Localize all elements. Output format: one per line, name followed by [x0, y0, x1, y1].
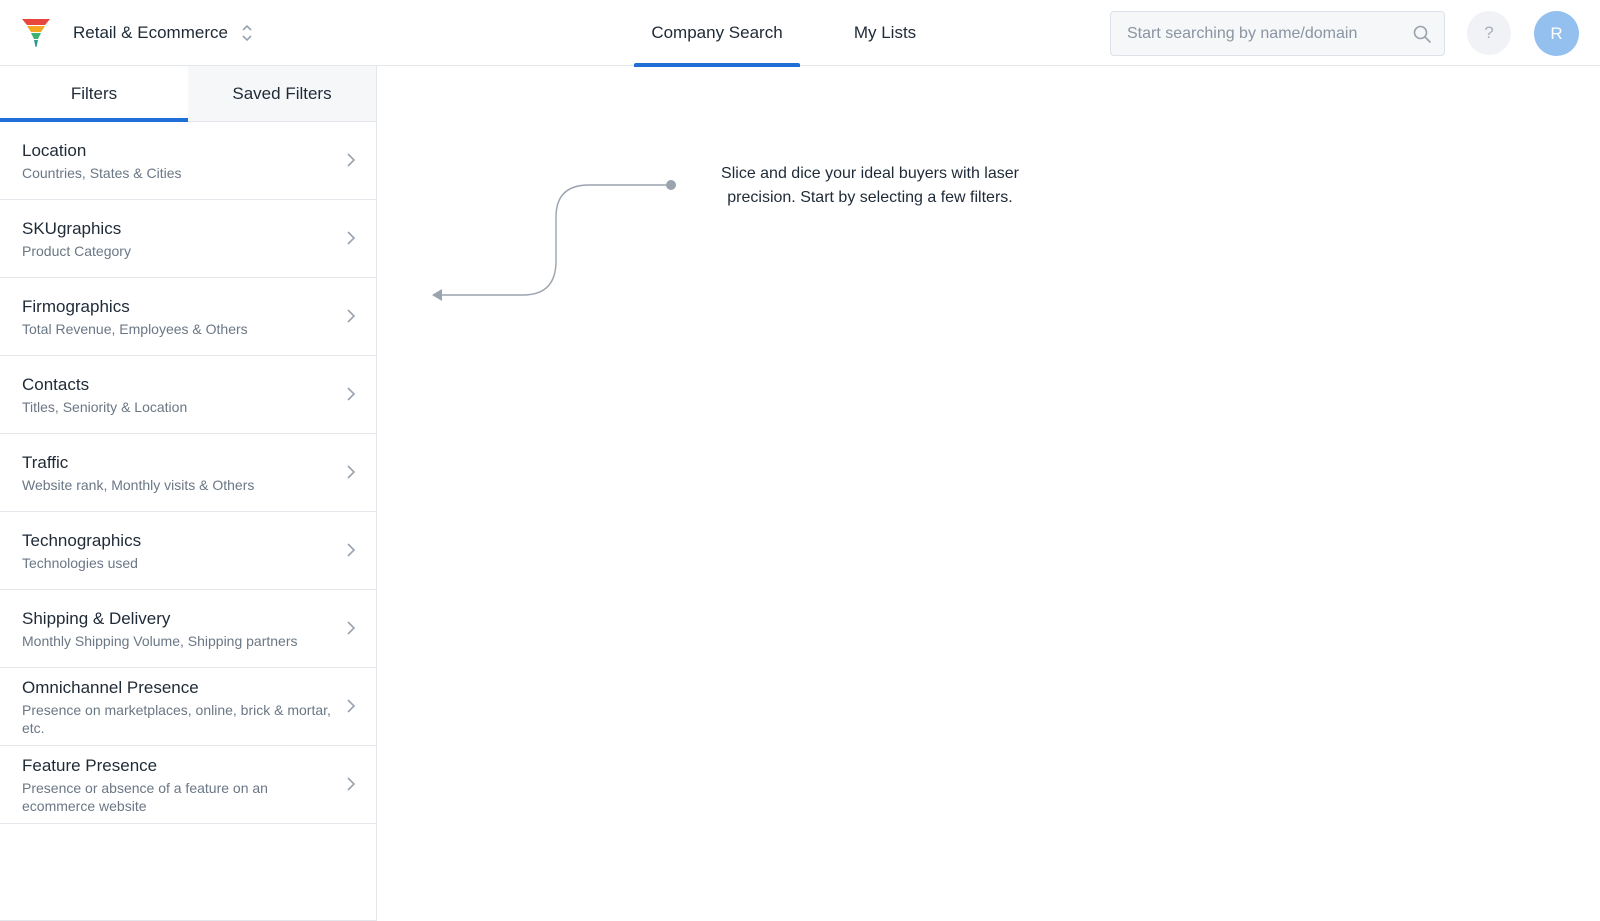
filter-title: Firmographics — [22, 296, 130, 316]
chevron-right-icon — [347, 777, 356, 791]
filter-traffic[interactable]: Traffic Website rank, Monthly visits & O… — [0, 434, 376, 512]
filter-title: Location — [22, 140, 87, 160]
help-button[interactable]: ? — [1467, 11, 1511, 55]
filter-subtitle: Titles, Seniority & Location — [22, 398, 188, 415]
funnel-logo-icon[interactable] — [20, 16, 52, 48]
chevron-right-icon — [347, 153, 356, 167]
search-icon[interactable] — [1412, 24, 1432, 44]
filter-subtitle: Website rank, Monthly visits & Others — [22, 476, 255, 493]
tab-filters[interactable]: Filters — [0, 66, 188, 122]
filter-subtitle: Countries, States & Cities — [22, 164, 182, 181]
filter-skugraphics[interactable]: SKUgraphics Product Category — [0, 200, 376, 278]
chevron-up-down-icon — [242, 24, 252, 42]
workspace-switcher[interactable]: Retail & Ecommerce — [73, 0, 254, 66]
filter-feature-presence[interactable]: Feature Presence Presence or absence of … — [0, 746, 376, 824]
filter-subtitle: Technologies used — [22, 554, 138, 571]
filter-technographics[interactable]: Technographics Technologies used — [0, 512, 376, 590]
filter-title: Technographics — [22, 530, 142, 550]
hint-arrow-icon — [432, 180, 676, 301]
chevron-right-icon — [347, 231, 356, 245]
tab-my-lists-label: My Lists — [853, 23, 917, 42]
chevron-right-icon — [347, 543, 356, 557]
filter-subtitle: Monthly Shipping Volume, Shipping partne… — [22, 632, 298, 649]
filter-title: Traffic — [22, 452, 69, 472]
workspace-label: Retail & Ecommerce — [73, 23, 228, 42]
filter-location[interactable]: Location Countries, States & Cities — [0, 122, 376, 200]
filters-sidebar: Filters Saved Filters Location Countries… — [0, 66, 377, 921]
empty-state-hint: Slice and dice your ideal buyers with la… — [721, 165, 1019, 206]
tab-my-lists[interactable]: My Lists — [830, 0, 940, 66]
tab-company-search-label: Company Search — [651, 23, 783, 42]
chevron-right-icon — [347, 387, 356, 401]
user-avatar[interactable]: R — [1534, 11, 1579, 56]
filter-contacts[interactable]: Contacts Titles, Seniority & Location — [0, 356, 376, 434]
company-search-input[interactable] — [1111, 12, 1444, 55]
filter-shipping-delivery[interactable]: Shipping & Delivery Monthly Shipping Vol… — [0, 590, 376, 668]
filter-omnichannel-presence[interactable]: Omnichannel Presence Presence on marketp… — [0, 668, 376, 746]
filter-title: Contacts — [22, 374, 90, 394]
tab-saved-filters-label: Saved Filters — [232, 83, 332, 103]
filter-subtitle: Presence on marketplaces, online, brick … — [22, 701, 331, 736]
tab-company-search[interactable]: Company Search — [634, 0, 800, 67]
chevron-right-icon — [347, 621, 356, 635]
filter-subtitle: Total Revenue, Employees & Others — [22, 320, 248, 337]
filter-title: Feature Presence — [22, 755, 158, 775]
company-search-box — [1110, 11, 1445, 56]
filter-subtitle: Product Category — [22, 242, 131, 259]
avatar-initial: R — [1550, 23, 1563, 43]
filter-subtitle: Presence or absence of a feature on an e… — [22, 779, 268, 814]
filter-firmographics[interactable]: Firmographics Total Revenue, Employees &… — [0, 278, 376, 356]
top-bar: Retail & Ecommerce Company Search My Lis… — [0, 0, 1600, 67]
tab-filters-label: Filters — [70, 83, 118, 103]
help-icon: ? — [1484, 23, 1494, 42]
chevron-right-icon — [347, 699, 356, 713]
filter-title: SKUgraphics — [22, 218, 122, 238]
tab-saved-filters[interactable]: Saved Filters — [188, 66, 376, 121]
filter-title: Omnichannel Presence — [22, 677, 199, 697]
sidebar-tabs: Filters Saved Filters — [0, 66, 376, 122]
filter-title: Shipping & Delivery — [22, 608, 171, 628]
chevron-right-icon — [347, 465, 356, 479]
chevron-right-icon — [347, 309, 356, 323]
